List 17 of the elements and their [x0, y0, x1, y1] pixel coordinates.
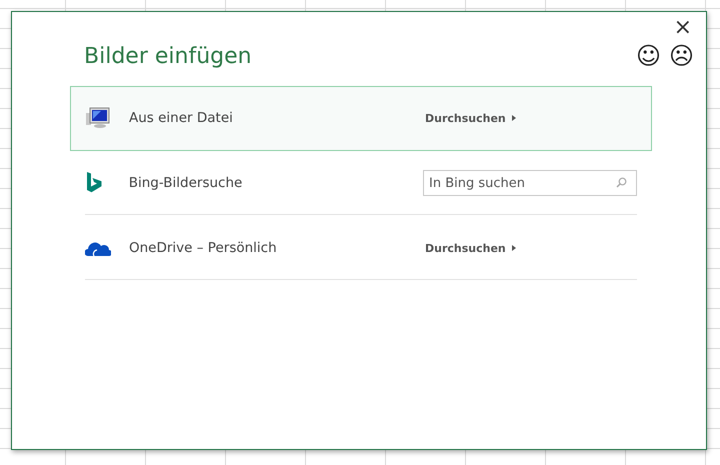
cloud-icon: [85, 240, 111, 256]
bing-icon: [85, 172, 103, 194]
source-label: Bing-Bildersuche: [128, 175, 244, 191]
source-label: Aus einer Datei: [129, 110, 234, 126]
source-row[interactable]: Aus einer Datei Durchsuchen: [70, 86, 652, 151]
dialog-title: Bilder einfügen: [84, 44, 253, 68]
browse-button[interactable]: Durchsuchen: [425, 112, 516, 124]
close-button[interactable]: ×: [674, 18, 692, 38]
frown-button[interactable]: ☹: [664, 42, 698, 70]
browse-button[interactable]: Durchsuchen: [425, 242, 516, 254]
source-label: OneDrive – Persönlich: [129, 240, 278, 256]
source-row[interactable]: OneDrive – Persönlich Durchsuchen: [70, 216, 652, 281]
source-row[interactable]: Bing-Bildersuche In Bing suchen: [70, 151, 652, 216]
smile-button[interactable]: ☺: [632, 42, 665, 70]
search-field[interactable]: In Bing suchen: [423, 170, 637, 196]
computer-icon: [85, 107, 111, 129]
search-icon: [616, 177, 627, 188]
